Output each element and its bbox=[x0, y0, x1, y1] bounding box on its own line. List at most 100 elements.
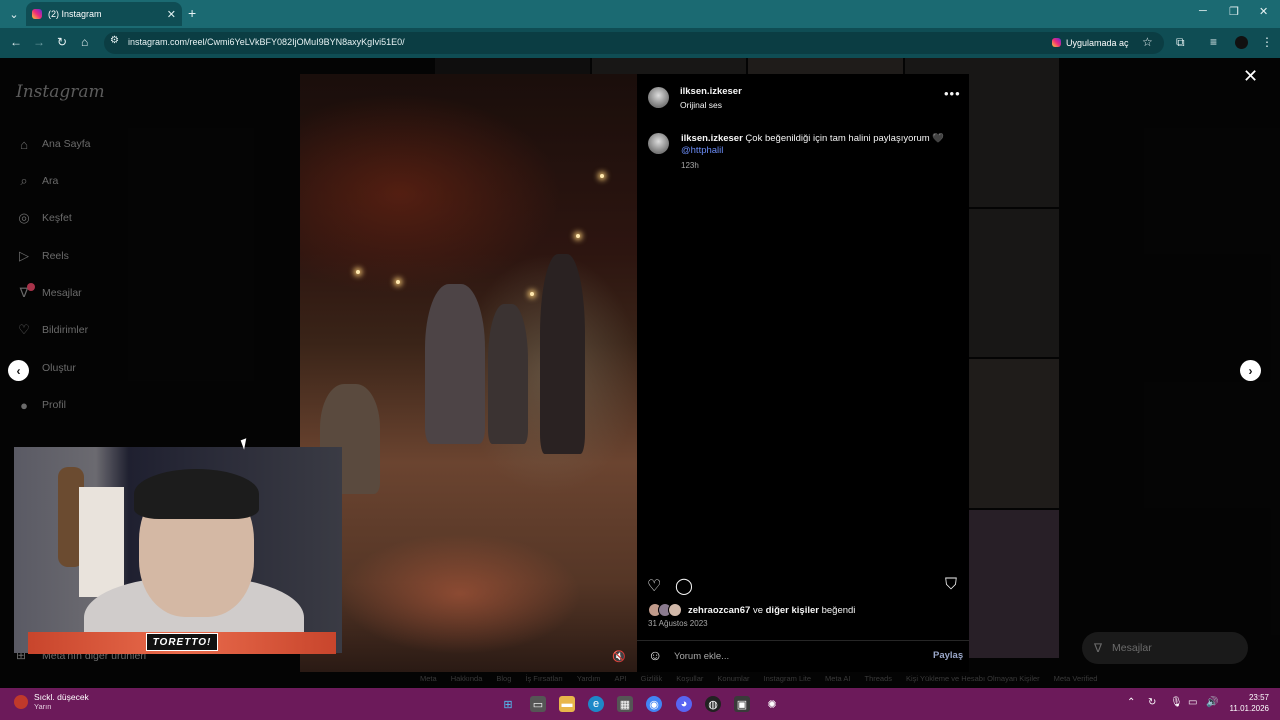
file-explorer-icon[interactable]: ▬ bbox=[559, 696, 575, 712]
weather-widget[interactable]: Sıckl. düşecek Yarın bbox=[14, 692, 89, 711]
tab-close-icon[interactable]: ✕ bbox=[167, 8, 176, 21]
heart-icon: ♡ bbox=[18, 322, 30, 337]
sidebar-item-home[interactable]: ⌂ Ana Sayfa bbox=[16, 134, 90, 154]
liked-by-conjunction: ve bbox=[750, 604, 766, 616]
more-options-icon[interactable]: ••• bbox=[944, 86, 961, 101]
restore-icon[interactable]: ❐ bbox=[1229, 5, 1239, 18]
caption-username[interactable]: ilksen.izkeser bbox=[681, 133, 743, 144]
sidebar-item-create[interactable]: Oluştur bbox=[42, 358, 76, 378]
comment-bubble-icon[interactable]: ◯ bbox=[675, 576, 693, 596]
sidebar-item-search[interactable]: ⌕ Ara bbox=[16, 171, 58, 191]
steelseries-icon[interactable]: ✺ bbox=[764, 696, 780, 712]
sidebar-item-notifications[interactable]: ♡ Bildirimler bbox=[16, 320, 88, 340]
sidebar-item-label: Keşfet bbox=[42, 212, 72, 224]
previous-post-arrow-icon[interactable]: ‹ bbox=[8, 360, 29, 381]
profile-avatar[interactable] bbox=[1235, 36, 1248, 49]
comment-divider bbox=[637, 640, 969, 641]
volume-icon[interactable]: 🔊 bbox=[1206, 697, 1218, 708]
obs-icon[interactable]: ◍ bbox=[705, 696, 721, 712]
footer-link[interactable]: Gizlilik bbox=[641, 674, 663, 683]
close-modal-icon[interactable]: ✕ bbox=[1243, 66, 1258, 87]
edge-icon[interactable]: e bbox=[588, 696, 604, 712]
streamer-webcam bbox=[14, 447, 342, 653]
media-control-icon[interactable]: ≡ bbox=[1210, 35, 1217, 49]
footer-link[interactable]: Konumlar bbox=[717, 674, 749, 683]
sidebar-item-explore[interactable]: ◎ Keşfet bbox=[16, 208, 72, 228]
emoji-picker-icon[interactable]: ☺ bbox=[648, 647, 662, 663]
caption-mention[interactable]: @httphalil bbox=[681, 145, 723, 156]
messenger-icon: ∇ bbox=[16, 283, 35, 301]
sidebar-item-label: Ara bbox=[42, 175, 59, 187]
tray-chevron-icon[interactable]: ⌃ bbox=[1127, 697, 1135, 708]
microphone-icon[interactable]: 🎙 bbox=[1170, 697, 1183, 708]
compass-icon: ◎ bbox=[18, 210, 30, 225]
browser-tab[interactable]: (2) Instagram ✕ bbox=[26, 2, 182, 26]
minimize-icon[interactable]: ─ bbox=[1199, 5, 1207, 17]
reel-video[interactable]: 🔇 bbox=[300, 74, 637, 672]
site-info-icon[interactable]: ⚙ bbox=[110, 35, 119, 46]
sidebar-item-reels[interactable]: ▷ Reels bbox=[16, 246, 69, 266]
footer-link[interactable]: API bbox=[615, 674, 627, 683]
app-window-icon[interactable]: ▣ bbox=[734, 696, 750, 712]
liked-by-others[interactable]: diğer kişiler bbox=[766, 605, 819, 616]
floating-messages-button[interactable]: ∇ Mesajlar bbox=[1082, 632, 1248, 664]
save-bookmark-icon[interactable]: ⛉ bbox=[945, 576, 957, 594]
back-icon[interactable]: ← bbox=[10, 35, 22, 49]
footer-link[interactable]: Meta AI bbox=[825, 674, 850, 683]
taskbar-clock[interactable]: 23:57 11.01.2026 bbox=[1229, 692, 1269, 714]
footer-links: Meta Hakkında Blog İş Fırsatları Yardım API Gi… bbox=[420, 674, 1097, 683]
footer-link[interactable]: Instagram Lite bbox=[764, 674, 812, 683]
browser-menu-icon[interactable]: ⋮ bbox=[1261, 35, 1273, 49]
share-comment-button[interactable]: Paylaş bbox=[933, 650, 963, 661]
forward-icon[interactable]: → bbox=[33, 35, 45, 49]
footer-link[interactable]: Yardım bbox=[577, 674, 601, 683]
footer-link[interactable]: Koşullar bbox=[676, 674, 703, 683]
url-text[interactable]: instagram.com/reel/Cwmi6YeLVkBFY082IjOMu… bbox=[128, 37, 405, 47]
windows-start-icon[interactable]: ⊞ bbox=[500, 696, 516, 712]
liked-by-summary[interactable]: zehraozcan67 ve diğer kişiler beğendi bbox=[648, 603, 855, 617]
sidebar-item-messages[interactable]: ∇ Mesajlar bbox=[16, 283, 82, 303]
footer-link[interactable]: İş Fırsatları bbox=[525, 674, 563, 683]
bookmark-star-icon[interactable]: ☆ bbox=[1142, 35, 1153, 49]
reload-icon[interactable]: ↻ bbox=[57, 35, 67, 49]
video-light bbox=[600, 174, 604, 178]
author-username[interactable]: ilksen.izkeser bbox=[680, 86, 742, 97]
tab-title: (2) Instagram bbox=[48, 9, 102, 19]
search-icon: ⌕ bbox=[20, 173, 28, 188]
like-heart-icon[interactable]: ♡ bbox=[647, 576, 661, 596]
footer-link[interactable]: Kişi Yükleme ve Hesabı Olmayan Kişiler bbox=[906, 674, 1040, 683]
instagram-logo[interactable]: Instagram bbox=[16, 82, 105, 102]
open-in-app-button[interactable]: Uygulamada aç bbox=[1050, 34, 1135, 51]
mute-icon[interactable]: 🔇 bbox=[612, 650, 626, 663]
discord-icon[interactable]: ◕ bbox=[676, 696, 692, 712]
audio-label[interactable]: Orijinal ses bbox=[680, 100, 722, 110]
liked-by-user[interactable]: zehraozcan67 bbox=[688, 605, 750, 616]
home-button-icon[interactable]: ⌂ bbox=[81, 35, 88, 49]
sidebar-item-profile[interactable]: ● Profil bbox=[16, 395, 66, 415]
comment-input[interactable] bbox=[674, 649, 904, 663]
video-light bbox=[576, 234, 580, 238]
tray-sync-icon[interactable]: ↻ bbox=[1148, 697, 1156, 708]
tab-search-chevron-icon[interactable]: ⌄ bbox=[4, 4, 24, 24]
liked-by-suffix: beğendi bbox=[818, 604, 856, 616]
messages-badge bbox=[27, 283, 35, 291]
caption-avatar[interactable] bbox=[648, 133, 669, 154]
footer-link[interactable]: Meta bbox=[420, 674, 437, 683]
messenger-icon: ∇ bbox=[1094, 641, 1103, 655]
footer-link[interactable]: Hakkında bbox=[451, 674, 483, 683]
task-view-icon[interactable]: ▭ bbox=[530, 696, 546, 712]
footer-link[interactable]: Blog bbox=[496, 674, 511, 683]
window-close-icon[interactable]: ✕ bbox=[1259, 5, 1268, 18]
extensions-icon[interactable]: ⧉ bbox=[1176, 35, 1185, 50]
store-icon[interactable]: ▦ bbox=[617, 696, 633, 712]
sidebar-item-label: Profil bbox=[42, 399, 66, 411]
video-light bbox=[530, 292, 534, 296]
footer-link[interactable]: Meta Verified bbox=[1054, 674, 1098, 683]
next-post-arrow-icon[interactable]: › bbox=[1240, 360, 1261, 381]
new-tab-icon[interactable]: + bbox=[188, 5, 196, 21]
author-avatar[interactable] bbox=[648, 87, 669, 108]
chrome-icon[interactable]: ◉ bbox=[646, 696, 662, 712]
sidebar-item-label: Mesajlar bbox=[42, 287, 82, 299]
network-icon[interactable]: ▭ bbox=[1188, 697, 1197, 708]
footer-link[interactable]: Threads bbox=[864, 674, 892, 683]
